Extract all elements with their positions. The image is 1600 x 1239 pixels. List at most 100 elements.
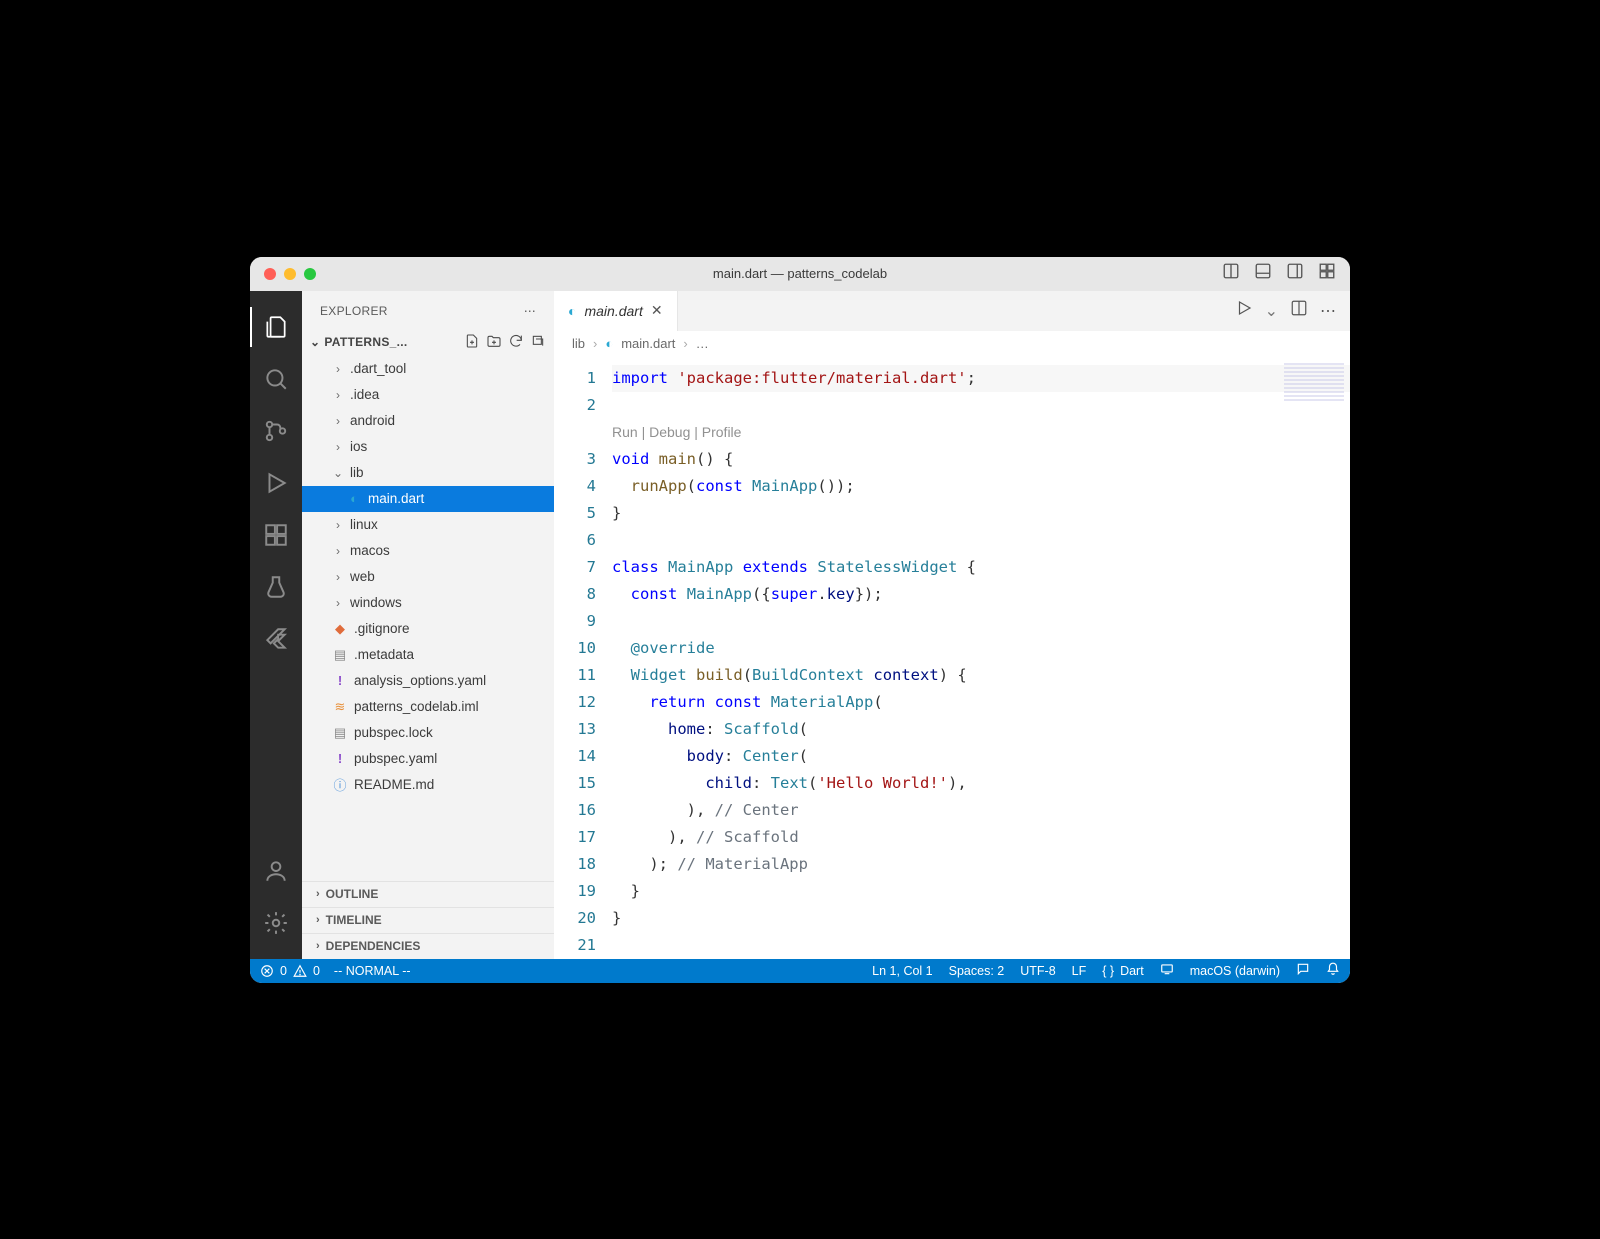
testing-activity[interactable] bbox=[250, 561, 302, 613]
chevron-icon: › bbox=[332, 570, 344, 584]
explorer-more-icon[interactable]: ⋯ bbox=[524, 304, 536, 318]
flutter-activity[interactable] bbox=[250, 613, 302, 665]
indentation-status[interactable]: Spaces: 2 bbox=[949, 964, 1005, 978]
code-line[interactable]: } bbox=[612, 878, 1350, 905]
chevron-down-icon[interactable]: ⌄ bbox=[1265, 301, 1278, 321]
chevron-right-icon: › bbox=[683, 336, 687, 351]
feedback-icon[interactable] bbox=[1296, 962, 1310, 979]
chevron-icon: › bbox=[332, 414, 344, 428]
file-item[interactable]: ▤.metadata bbox=[302, 642, 554, 668]
file-item[interactable]: !analysis_options.yaml bbox=[302, 668, 554, 694]
code-line[interactable]: } bbox=[612, 500, 1350, 527]
customize-layout-icon[interactable] bbox=[1318, 262, 1336, 285]
dart-file-icon: ◐ bbox=[605, 336, 613, 351]
vim-mode: -- NORMAL -- bbox=[334, 964, 411, 978]
new-file-icon[interactable] bbox=[464, 333, 480, 352]
close-tab-icon[interactable]: ✕ bbox=[651, 302, 663, 319]
folder-item[interactable]: ›android bbox=[302, 408, 554, 434]
line-gutter: 12 3456789101112131415161718192021 bbox=[554, 357, 612, 959]
minimap[interactable] bbox=[1284, 363, 1344, 403]
code-line[interactable]: home: Scaffold( bbox=[612, 716, 1350, 743]
code-line[interactable] bbox=[612, 392, 1350, 419]
code-line[interactable] bbox=[612, 527, 1350, 554]
maximize-window-button[interactable] bbox=[304, 268, 316, 280]
file-item[interactable]: ▤pubspec.lock bbox=[302, 720, 554, 746]
code-line[interactable]: } bbox=[612, 905, 1350, 932]
new-folder-icon[interactable] bbox=[486, 333, 502, 352]
file-icon: ⓘ bbox=[332, 777, 348, 793]
code-line[interactable] bbox=[612, 608, 1350, 635]
minimize-window-button[interactable] bbox=[284, 268, 296, 280]
folder-item[interactable]: ›ios bbox=[302, 434, 554, 460]
breadcrumb-part[interactable]: … bbox=[696, 336, 709, 351]
statusbar: 0 0 -- NORMAL -- Ln 1, Col 1 Spaces: 2 U… bbox=[250, 959, 1350, 983]
code-line[interactable] bbox=[612, 932, 1350, 959]
more-actions-icon[interactable]: ⋯ bbox=[1320, 301, 1336, 321]
problems-status[interactable]: 0 0 bbox=[260, 964, 320, 978]
file-item[interactable]: ◆.gitignore bbox=[302, 616, 554, 642]
dependencies-section[interactable]: ›DEPENDENCIES bbox=[302, 933, 554, 959]
file-icon: ▤ bbox=[332, 647, 348, 663]
breadcrumb[interactable]: lib › ◐ main.dart › … bbox=[554, 331, 1350, 357]
notifications-icon[interactable] bbox=[1326, 962, 1340, 979]
timeline-section[interactable]: ›TIMELINE bbox=[302, 907, 554, 933]
code-editor[interactable]: 12 3456789101112131415161718192021 impor… bbox=[554, 357, 1350, 959]
code-line[interactable]: ), // Center bbox=[612, 797, 1350, 824]
folder-item[interactable]: ⌄lib bbox=[302, 460, 554, 486]
tab-main-dart[interactable]: ◐ main.dart ✕ bbox=[554, 291, 678, 331]
code-line[interactable]: child: Text('Hello World!'), bbox=[612, 770, 1350, 797]
device-icon[interactable] bbox=[1160, 962, 1174, 979]
code-line[interactable]: class MainApp extends StatelessWidget { bbox=[612, 554, 1350, 581]
source-control-activity[interactable] bbox=[250, 405, 302, 457]
file-icon: ◆ bbox=[332, 621, 348, 637]
refresh-icon[interactable] bbox=[508, 333, 524, 352]
tree-item-label: pubspec.yaml bbox=[354, 751, 437, 766]
encoding-status[interactable]: UTF-8 bbox=[1020, 964, 1055, 978]
folder-item[interactable]: ›.idea bbox=[302, 382, 554, 408]
file-item[interactable]: ≋patterns_codelab.iml bbox=[302, 694, 554, 720]
folder-item[interactable]: ›windows bbox=[302, 590, 554, 616]
folder-item[interactable]: ›macos bbox=[302, 538, 554, 564]
file-item[interactable]: !pubspec.yaml bbox=[302, 746, 554, 772]
panel-layout-icon[interactable] bbox=[1222, 262, 1240, 285]
eol-status[interactable]: LF bbox=[1072, 964, 1087, 978]
collapse-all-icon[interactable] bbox=[530, 333, 546, 352]
code-line[interactable]: body: Center( bbox=[612, 743, 1350, 770]
code-line[interactable]: const MainApp({super.key}); bbox=[612, 581, 1350, 608]
run-debug-activity[interactable] bbox=[250, 457, 302, 509]
device-status[interactable]: macOS (darwin) bbox=[1190, 964, 1280, 978]
breadcrumb-part[interactable]: lib bbox=[572, 336, 585, 351]
breadcrumb-part[interactable]: main.dart bbox=[621, 336, 675, 351]
code-line[interactable]: Widget build(BuildContext context) { bbox=[612, 662, 1350, 689]
accounts-activity[interactable] bbox=[250, 845, 302, 897]
language-status[interactable]: { } Dart bbox=[1102, 964, 1143, 978]
code-line[interactable]: void main() { bbox=[612, 446, 1350, 473]
folder-item[interactable]: ›linux bbox=[302, 512, 554, 538]
folder-item[interactable]: ›.dart_tool bbox=[302, 356, 554, 382]
close-window-button[interactable] bbox=[264, 268, 276, 280]
code-content: import 'package:flutter/material.dart'; … bbox=[612, 357, 1350, 959]
activity-bar bbox=[250, 291, 302, 959]
code-line[interactable]: ); // MaterialApp bbox=[612, 851, 1350, 878]
cursor-position[interactable]: Ln 1, Col 1 bbox=[872, 964, 932, 978]
outline-section[interactable]: ›OUTLINE bbox=[302, 881, 554, 907]
chevron-icon: ⌄ bbox=[332, 466, 344, 480]
code-line[interactable]: ), // Scaffold bbox=[612, 824, 1350, 851]
code-line[interactable]: runApp(const MainApp()); bbox=[612, 473, 1350, 500]
run-icon[interactable] bbox=[1235, 299, 1253, 322]
code-line[interactable]: import 'package:flutter/material.dart'; bbox=[612, 365, 1350, 392]
codelens[interactable]: Run | Debug | Profile bbox=[612, 419, 1350, 446]
panel-bottom-icon[interactable] bbox=[1254, 262, 1272, 285]
code-line[interactable]: @override bbox=[612, 635, 1350, 662]
extensions-activity[interactable] bbox=[250, 509, 302, 561]
code-line[interactable]: return const MaterialApp( bbox=[612, 689, 1350, 716]
split-editor-icon[interactable] bbox=[1290, 299, 1308, 322]
file-item[interactable]: ◐main.dart bbox=[302, 486, 554, 512]
settings-activity[interactable] bbox=[250, 897, 302, 949]
file-item[interactable]: ⓘREADME.md bbox=[302, 772, 554, 798]
project-folder-header[interactable]: ⌄ PATTERNS_... bbox=[302, 331, 554, 354]
panel-right-icon[interactable] bbox=[1286, 262, 1304, 285]
search-activity[interactable] bbox=[250, 353, 302, 405]
explorer-activity[interactable] bbox=[250, 301, 302, 353]
folder-item[interactable]: ›web bbox=[302, 564, 554, 590]
